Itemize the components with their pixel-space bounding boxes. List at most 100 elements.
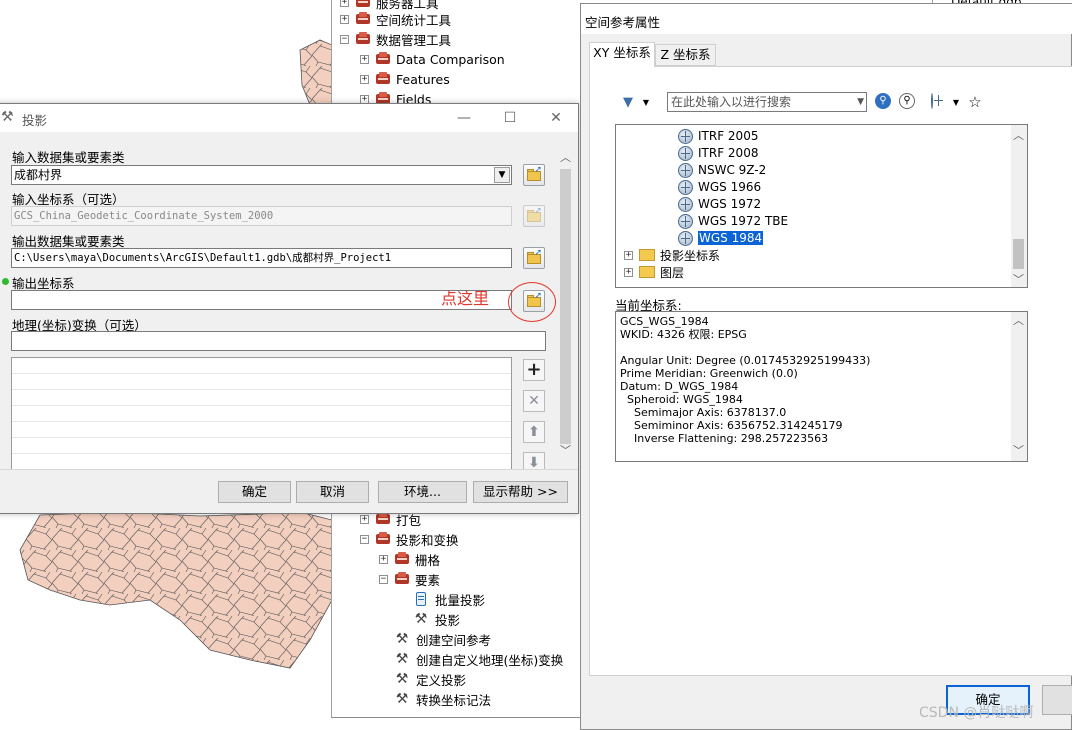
globe-icon (678, 230, 693, 246)
chevron-down-icon[interactable]: ﹀ (1011, 444, 1026, 457)
chevron-down-icon[interactable]: ▼ (494, 167, 510, 183)
tab-xy-coordinate-system[interactable]: XY 坐标系 (589, 42, 655, 67)
tree-item-data-comparison[interactable]: + Data Comparison (360, 49, 505, 69)
hammer-icon: ⚒ (395, 691, 409, 707)
tree-item-label: 要素 (415, 572, 441, 588)
expand-icon[interactable]: + (360, 74, 369, 84)
script-tool-icon (413, 591, 429, 607)
toolset-icon (375, 72, 391, 86)
browse-output-button[interactable]: ➚ (523, 247, 545, 269)
clear-search-icon[interactable]: ⚲ (899, 93, 915, 109)
tree-scrollbar[interactable]: ︿ ﹀ (1011, 125, 1027, 287)
tree-item-create-spatial-reference[interactable]: ⚒ 创建空间参考 (394, 629, 491, 649)
dialog-scrollbar[interactable]: ︿ ﹀ (558, 147, 573, 465)
tree-item-label: WGS 1984 (698, 231, 764, 245)
cancel-button[interactable]: 取消 (296, 481, 369, 503)
expand-icon[interactable]: + (360, 514, 369, 524)
tree-item-batch-project[interactable]: 批量投影 (413, 589, 485, 609)
tree-item-project[interactable]: ⚒ 投影 (413, 609, 460, 629)
details-scrollbar[interactable]: ︿ ﹀ (1011, 312, 1027, 461)
input-dataset-combo[interactable]: 成都村界 ▼ (11, 165, 512, 185)
collapse-icon[interactable]: − (360, 534, 369, 544)
move-down-button[interactable]: ⬇ (523, 452, 545, 470)
tree-item-label: ITRF 2005 (698, 129, 759, 143)
browse-input-button[interactable]: ➚ (523, 164, 545, 186)
cs-detail-line: Angular Unit: Degree (0.0174532925199433… (620, 354, 871, 367)
coordinate-system-tree[interactable]: ITRF 2005 ITRF 2008 NSWC 9Z-2 WGS 1966 W… (615, 124, 1028, 288)
tree-item-convert-coordinate-notation[interactable]: ⚒ 转换坐标记法 (394, 689, 491, 709)
environments-button[interactable]: 环境... (378, 481, 467, 503)
expand-icon[interactable]: + (340, 0, 349, 7)
expand-icon[interactable]: + (340, 14, 349, 24)
search-input[interactable]: 在此处输入以进行搜索 ▼ (667, 92, 867, 112)
tree-item-label: 定义投影 (416, 672, 467, 688)
add-row-button[interactable]: + (523, 359, 545, 381)
cs-detail-line: GCS_WGS_1984 (620, 315, 709, 328)
chevron-down-icon[interactable]: ▼ (951, 94, 961, 112)
hammer-icon: ⚒ (395, 651, 409, 667)
expand-icon[interactable]: + (360, 54, 369, 64)
tree-item-spatial-statistics[interactable]: + 空间统计工具 (340, 9, 451, 29)
toolbox-icon (355, 32, 371, 46)
collapse-icon[interactable]: − (340, 34, 349, 44)
close-button[interactable]: ✕ (533, 104, 579, 132)
expand-icon[interactable]: + (379, 554, 388, 564)
tree-item-label: 图层 (660, 265, 685, 280)
chevron-down-icon[interactable]: ﹀ (1011, 271, 1026, 287)
dialog-titlebar[interactable]: ⚒ 投影 — ☐ ✕ (0, 104, 578, 132)
cancel-button[interactable] (1042, 685, 1072, 715)
chevron-up-icon[interactable]: ︿ (1011, 314, 1026, 327)
globe-icon[interactable] (931, 93, 933, 109)
hammer-icon: ⚒ (395, 671, 409, 687)
spatial-reference-dialog[interactable]: 空间参考属性 XY 坐标系 Z 坐标系 ▼ ▼ 在此处输入以进行搜索 ▼ ⚲ ⚲… (580, 3, 1072, 730)
tab-z-coordinate-system[interactable]: Z 坐标系 (655, 44, 716, 66)
search-icon[interactable]: ⚲ (875, 93, 891, 109)
add-favorite-icon[interactable]: ☆ (967, 93, 983, 111)
tree-item-label: 投影和变换 (396, 532, 459, 548)
project-tool-dialog[interactable]: ⚒ 投影 — ☐ ✕ 输入数据集或要素类 成都村界 ▼ ➚ 输入坐标系（可选） … (0, 103, 579, 514)
input-cs-field: GCS_China_Geodetic_Coordinate_System_200… (11, 206, 512, 226)
tree-item-layers[interactable]: + 图层 (624, 262, 684, 282)
globe-icon (678, 213, 693, 229)
tree-item-features[interactable]: + Features (360, 69, 450, 89)
tree-item-label: ITRF 2008 (698, 146, 759, 160)
output-dataset-field[interactable]: C:\Users\maya\Documents\ArcGIS\Default1.… (11, 248, 512, 268)
tree-item-create-custom-transformation[interactable]: ⚒ 创建自定义地理(坐标)变换 (394, 649, 564, 669)
chevron-up-icon[interactable]: ︿ (1011, 127, 1026, 143)
tree-item-label: WGS 1966 (698, 180, 762, 194)
minimize-button[interactable]: — (441, 104, 487, 132)
x-icon: ✕ (528, 393, 540, 409)
expand-icon[interactable]: + (624, 250, 633, 260)
toolset-icon (394, 572, 410, 586)
transform-list[interactable] (11, 357, 512, 471)
chevron-down-icon[interactable]: ﹀ (558, 442, 573, 458)
tree-item-label: 投影坐标系 (660, 248, 721, 263)
search-placeholder: 在此处输入以进行搜索 (671, 95, 792, 109)
show-help-button[interactable]: 显示帮助 >> (473, 481, 568, 503)
tree-item-projections[interactable]: − 投影和变换 (360, 529, 459, 549)
tree-item-raster[interactable]: + 栅格 (379, 549, 440, 569)
tree-item-data-management[interactable]: − 数据管理工具 (340, 29, 451, 49)
scroll-thumb[interactable] (1013, 239, 1024, 269)
tree-item-label: 创建空间参考 (416, 632, 492, 648)
watermark: CSDN @肖哒哒啊 (919, 705, 1034, 721)
tree-item-feature[interactable]: − 要素 (379, 569, 440, 589)
filter-icon[interactable]: ▼ (619, 94, 637, 112)
geo-transform-field[interactable] (11, 331, 546, 351)
chevron-down-icon[interactable]: ▼ (857, 95, 864, 109)
chevron-down-icon[interactable]: ▼ (641, 94, 651, 112)
chevron-up-icon[interactable]: ︿ (558, 149, 573, 165)
toolset-icon (375, 52, 391, 66)
tree-item-define-projection[interactable]: ⚒ 定义投影 (394, 669, 466, 689)
output-cs-field[interactable] (11, 290, 512, 310)
scroll-thumb[interactable] (560, 169, 571, 444)
dialog-titlebar[interactable]: 空间参考属性 (581, 4, 1072, 34)
dialog-title: 投影 (22, 113, 48, 128)
globe-icon (678, 145, 693, 161)
remove-row-button[interactable]: ✕ (523, 390, 545, 412)
collapse-icon[interactable]: − (379, 574, 388, 584)
maximize-button[interactable]: ☐ (487, 104, 533, 132)
move-up-button[interactable]: ⬆ (523, 421, 545, 443)
expand-icon[interactable]: + (624, 267, 633, 277)
ok-button[interactable]: 确定 (218, 481, 291, 503)
